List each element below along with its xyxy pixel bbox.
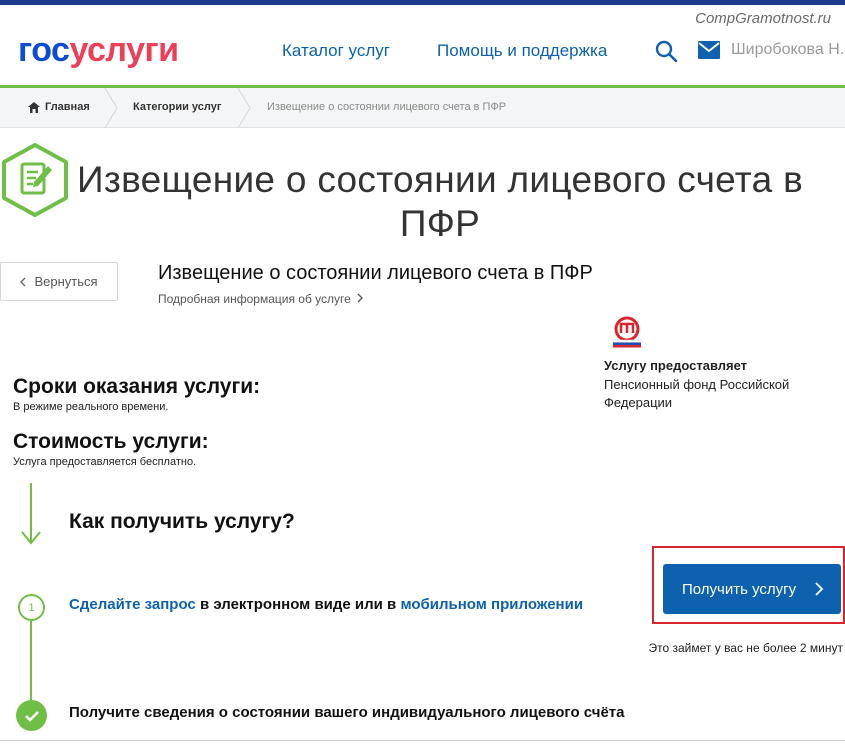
provider-label: Услугу предоставляет xyxy=(604,358,748,373)
home-icon xyxy=(28,101,40,113)
page-title: Извещение о состоянии лицевого счета в П… xyxy=(76,159,804,244)
chevron-left-icon xyxy=(20,277,26,286)
bottom-divider xyxy=(0,740,845,741)
mobile-app-link[interactable]: мобильном приложении xyxy=(400,596,583,613)
get-service-button-label: Получить услугу xyxy=(682,580,797,598)
make-request-link[interactable]: Сделайте запрос xyxy=(69,596,196,613)
service-title: Извещение о состоянии лицевого счета в П… xyxy=(158,262,593,284)
nav-help-link[interactable]: Помощь и поддержка xyxy=(437,41,607,61)
breadcrumb-home[interactable]: Главная xyxy=(28,101,90,113)
step-1-marker: 1 xyxy=(18,594,45,621)
nav-catalog-link[interactable]: Каталог услуг xyxy=(282,41,390,61)
arrow-down-icon xyxy=(21,531,41,545)
step-1-middle-text: в электронном виде или в xyxy=(195,596,401,613)
gosuslugi-logo[interactable]: госуслуги xyxy=(18,31,179,70)
mail-icon[interactable] xyxy=(698,41,720,59)
breadcrumb: Главная Категории услуг Извещение о сост… xyxy=(0,88,845,128)
logo-part-gos: гос xyxy=(18,31,70,69)
terms-value: В режиме реального времени. xyxy=(13,401,169,413)
search-icon[interactable] xyxy=(654,39,678,63)
user-profile-name[interactable]: Широбокова Н. xyxy=(731,41,844,59)
service-details-label: Подробная информация об услуге xyxy=(158,292,351,306)
back-button[interactable]: Вернуться xyxy=(0,262,118,301)
flow-connector xyxy=(30,621,32,703)
back-button-label: Вернуться xyxy=(34,274,98,289)
breadcrumb-separator xyxy=(104,88,118,128)
breadcrumb-separator xyxy=(237,88,251,128)
cost-value: Услуга предоставляется бесплатно. xyxy=(13,456,197,468)
step-2-text: Получите сведения о состоянии вашего инд… xyxy=(69,704,625,721)
chevron-right-icon xyxy=(815,582,824,596)
time-estimate-note: Это займет у вас не более 2 минут xyxy=(648,641,844,655)
breadcrumb-home-label: Главная xyxy=(45,101,90,113)
logo-part-uslugi: услуги xyxy=(69,31,179,69)
cost-heading: Стоимость услуги: xyxy=(13,430,209,453)
provider-name: Пенсионный фонд Российской Федерации xyxy=(604,377,790,410)
breadcrumb-current: Извещение о состоянии лицевого счета в П… xyxy=(267,101,507,113)
step-1-text: Сделайте запрос в электронном виде или в… xyxy=(69,596,583,613)
how-to-get-heading: Как получить услугу? xyxy=(69,510,295,533)
document-edit-icon xyxy=(2,143,68,217)
breadcrumb-categories[interactable]: Категории услуг xyxy=(133,101,221,113)
checkmark-icon xyxy=(24,710,39,722)
get-service-button[interactable]: Получить услугу xyxy=(663,564,841,614)
step-2-marker xyxy=(16,700,47,731)
terms-heading: Сроки оказания услуги: xyxy=(13,375,261,398)
chevron-right-icon xyxy=(357,293,364,303)
service-details-link[interactable]: Подробная информация об услуге xyxy=(158,292,364,306)
pfr-logo-icon xyxy=(612,316,642,348)
site-watermark: CompGramotnost.ru xyxy=(695,10,831,27)
